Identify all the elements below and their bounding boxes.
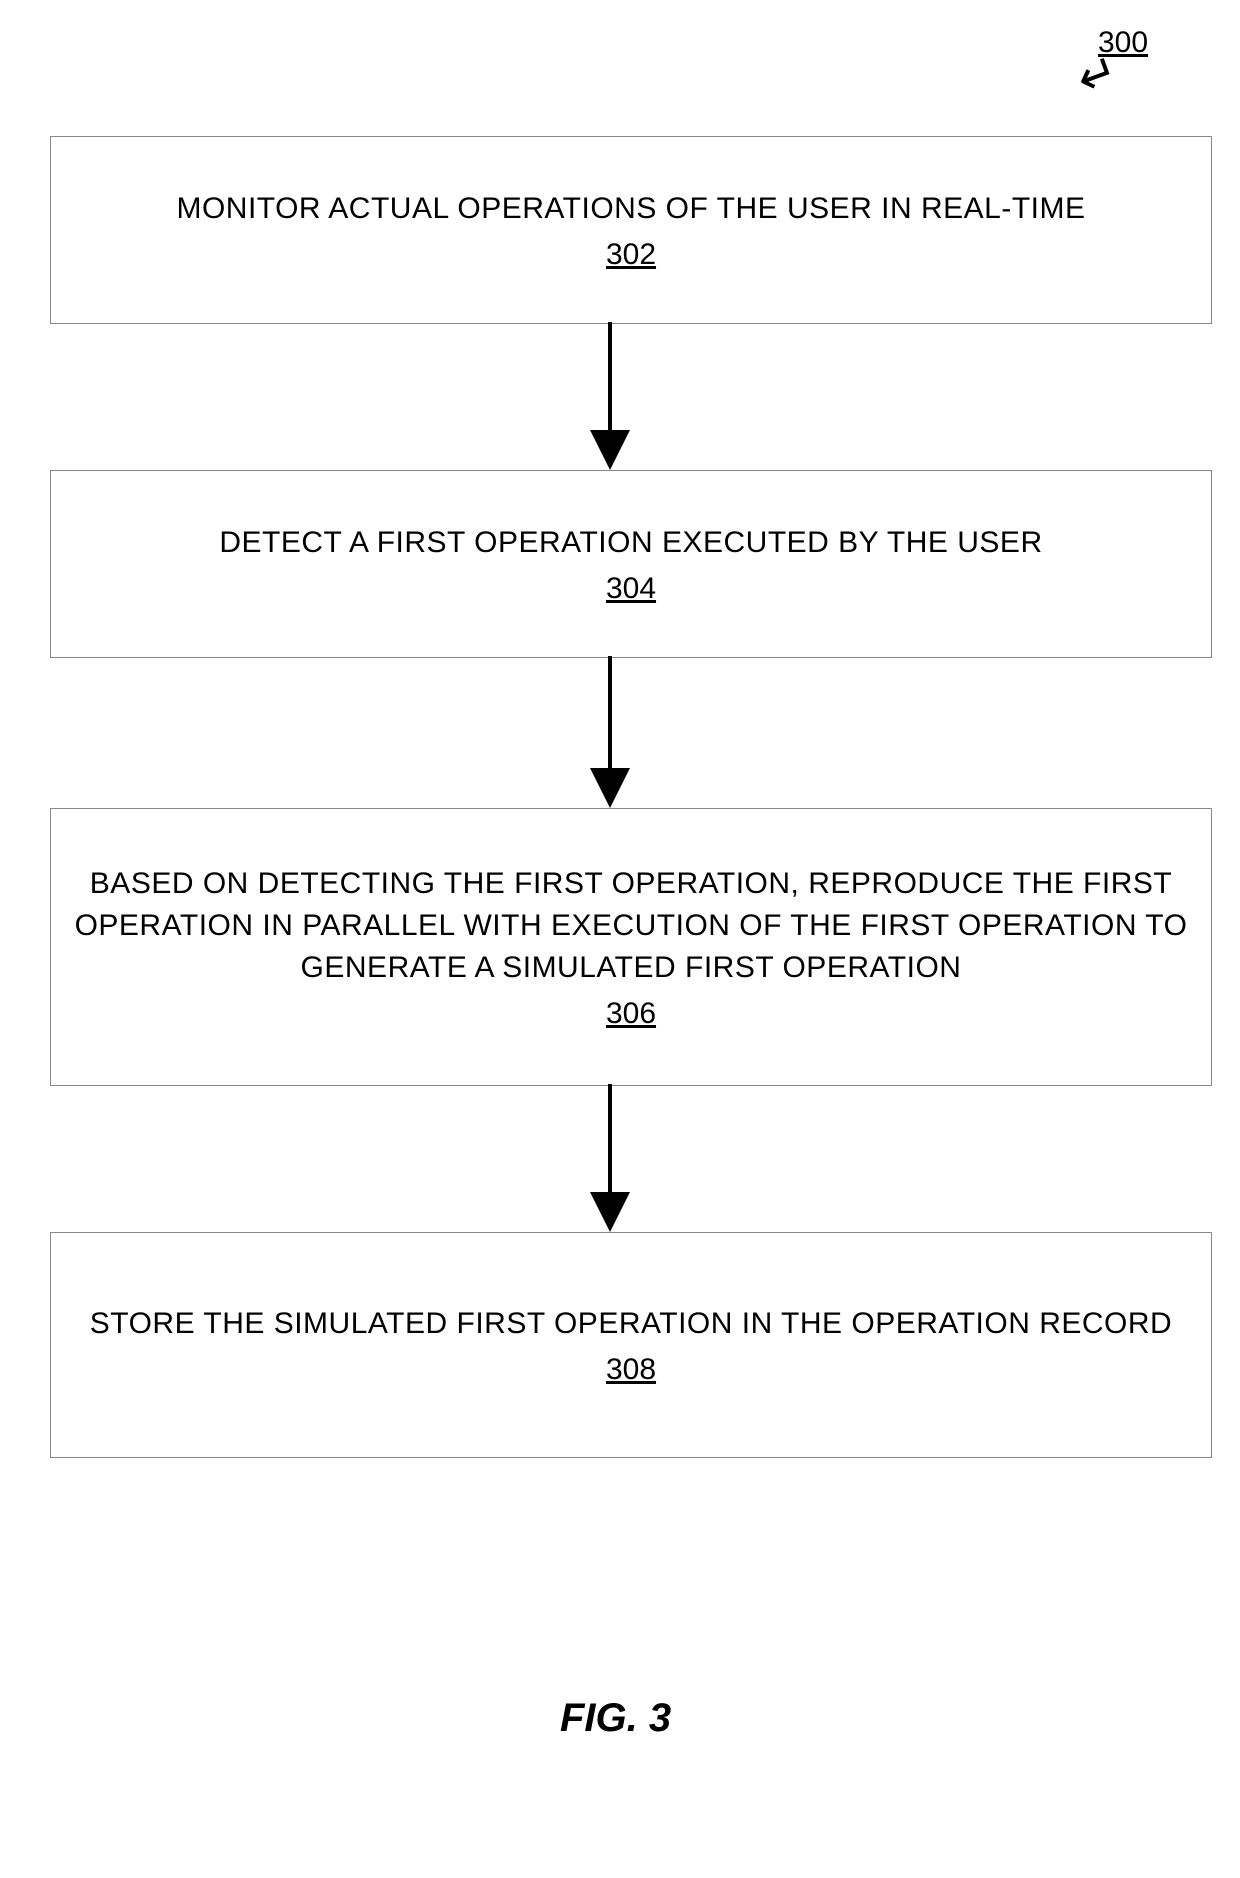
flow-arrows [0,0,1240,1878]
figure-caption: FIG. 3 [560,1696,671,1741]
flowchart-canvas: 300 ↵ MONITOR ACTUAL OPERATIONS OF THE U… [0,0,1240,1878]
